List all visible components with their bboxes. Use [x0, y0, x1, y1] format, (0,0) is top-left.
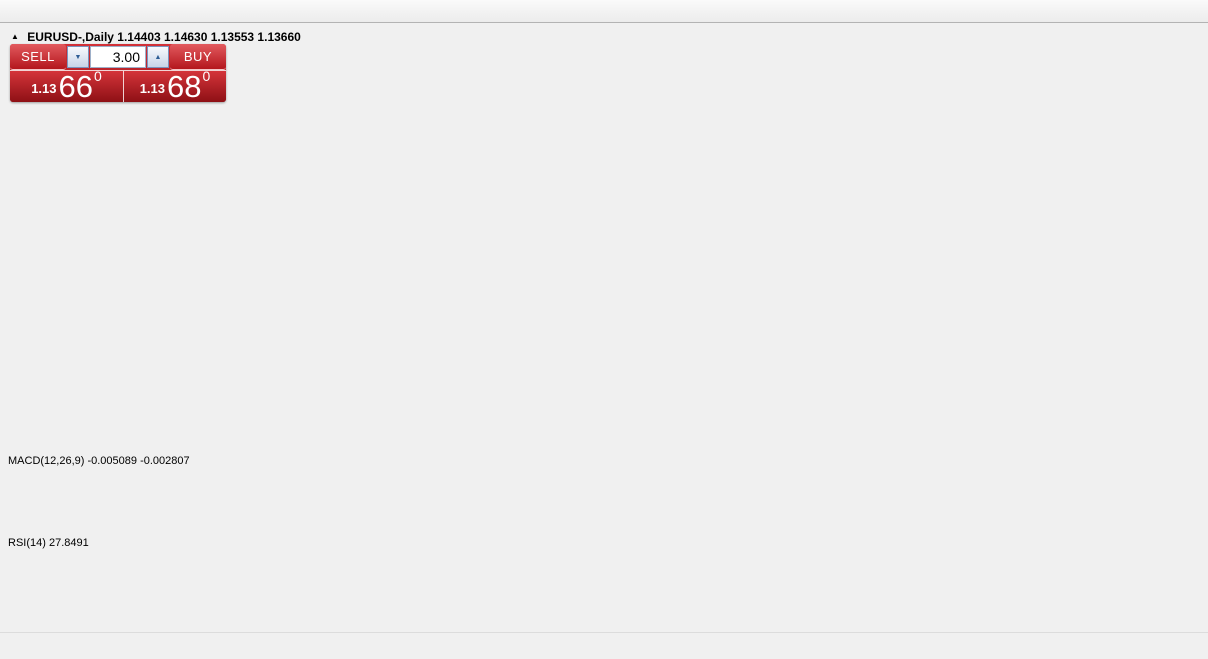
chart-title: ▲ EURUSD-,Daily 1.14403 1.14630 1.13553 … [11, 30, 301, 44]
macd-indicator-label: MACD(12,26,9) -0.005089 -0.002807 [8, 455, 190, 467]
chart-symbol-label: EURUSD-,Daily [27, 30, 114, 44]
sell-price-pipette: 0 [94, 68, 102, 84]
volume-decrease-button[interactable]: ▼ [67, 46, 89, 68]
buy-price-prefix: 1.13 [140, 81, 165, 96]
trade-panel-top-row: SELL ▼ ▲ BUY [10, 44, 226, 70]
buy-price-pipette: 0 [203, 68, 211, 84]
sell-price-display[interactable]: 1.13 66 0 [10, 71, 124, 102]
buy-button[interactable]: BUY [170, 44, 226, 70]
rsi-indicator-label: RSI(14) 27.8491 [8, 537, 89, 549]
trading-platform-window: { "icons": { "collapse_triangle": "▲", "… [0, 0, 1208, 659]
spinner-down-icon: ▼ [75, 54, 82, 61]
one-click-trading-panel: SELL ▼ ▲ BUY 1.13 66 0 1.13 68 0 [10, 44, 226, 102]
buy-price-big-digits: 68 [167, 74, 201, 99]
sell-price-prefix: 1.13 [31, 81, 56, 96]
chart-ohlc-values: 1.14403 1.14630 1.13553 1.13660 [117, 30, 301, 44]
collapse-panel-triangle-icon[interactable]: ▲ [11, 32, 19, 41]
buy-price-display[interactable]: 1.13 68 0 [124, 71, 226, 102]
volume-increase-button[interactable]: ▲ [147, 46, 169, 68]
volume-input[interactable] [90, 46, 146, 68]
sell-price-big-digits: 66 [59, 74, 93, 99]
trade-panel-price-row: 1.13 66 0 1.13 68 0 [10, 70, 226, 102]
spinner-up-icon: ▲ [155, 54, 162, 61]
sell-button[interactable]: SELL [10, 44, 66, 70]
